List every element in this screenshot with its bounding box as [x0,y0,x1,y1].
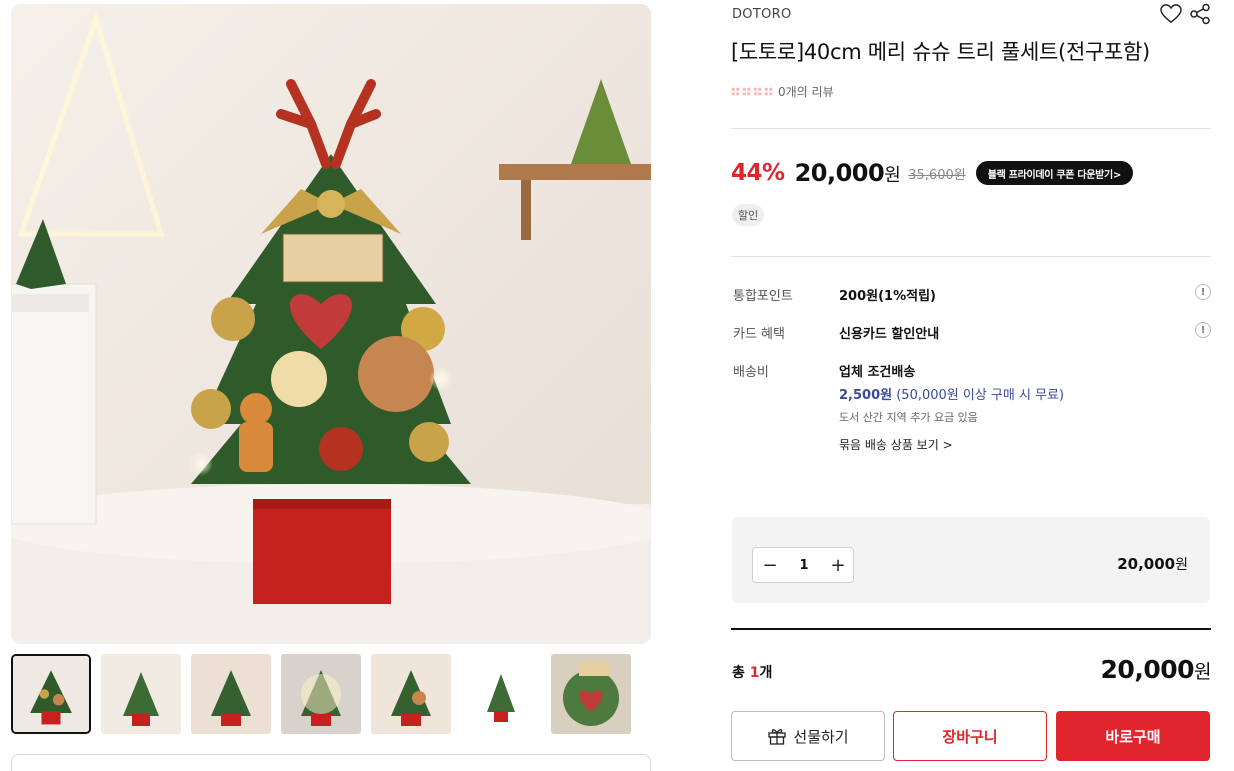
brand-name[interactable]: DOTORO [732,7,791,22]
total-count: 총 1개 [732,665,773,681]
gift-icon [768,729,787,745]
divider [731,128,1211,129]
thumbnail-1[interactable] [11,654,91,734]
thumbnail-2[interactable] [101,654,181,734]
shipping-cost: 2,500원 (50,000원 이상 구매 시 무료) [839,388,1065,403]
sale-price: 20,000원 [794,159,901,187]
discount-rate: 44% [731,160,785,186]
review-count[interactable]: 0개의 리뷰 [778,83,834,100]
gift-button-label: 선물하기 [793,727,849,746]
quantity-stepper: − 1 + [752,547,854,583]
shipping-value: 업체 조건배송 [839,365,916,380]
details-card-edge [11,754,651,771]
help-icon[interactable]: ! [1195,322,1211,338]
divider [731,256,1211,257]
original-price: 35,600원 [908,167,966,183]
star-icon [731,86,740,96]
product-info-panel: DOTORO [도토로]40cm 메리 슈슈 트리 풀세트(전구포함) 0개의 … [731,0,1211,771]
share-icon[interactable] [1189,3,1211,25]
decrease-button[interactable]: − [753,548,787,582]
star-rating [731,86,773,96]
card-label: 카드 혜택 [733,327,785,342]
buy-now-button[interactable]: 바로구매 [1056,711,1210,761]
thumbnail-6[interactable] [461,654,541,734]
quantity-box: − 1 + 20,000원 [732,517,1210,603]
star-icon [753,86,762,96]
thumbnail-7[interactable] [551,654,631,734]
christmas-tree-photo [11,4,651,644]
thumbnail-3[interactable] [191,654,271,734]
increase-button[interactable]: + [821,548,855,582]
cart-button[interactable]: 장바구니 [893,711,1047,761]
help-icon[interactable]: ! [1195,284,1211,300]
line-price: 20,000원 [1117,555,1188,573]
main-product-image[interactable] [11,4,651,644]
price-row: 44% 20,000원 35,600원 블랙 프라이데이 쿠폰 다운받기> [731,156,1134,190]
total-divider [731,628,1211,630]
thumbnail-4[interactable] [281,654,361,734]
gift-button[interactable]: 선물하기 [731,711,885,761]
star-icon [742,86,751,96]
rating-summary[interactable]: 0개의 리뷰 [731,83,834,99]
heart-icon[interactable] [1160,4,1182,24]
points-value: 200원(1%적립) [839,289,936,304]
star-icon [764,86,773,96]
bundle-shipping-link[interactable]: 묶음 배송 상품 보기 > [839,436,953,453]
thumbnail-strip [11,654,651,734]
shipping-note: 도서 산간 지역 추가 요금 있음 [839,411,978,424]
card-value: 신용카드 할인안내 [839,327,940,342]
points-label: 통합포인트 [733,289,793,304]
product-title: [도토로]40cm 메리 슈슈 트리 풀세트(전구포함) [731,40,1150,64]
thumbnail-5[interactable] [371,654,451,734]
quantity-value[interactable]: 1 [787,548,821,582]
coupon-download-button[interactable]: 블랙 프라이데이 쿠폰 다운받기> [975,161,1134,185]
shipping-label: 배송비 [733,365,769,380]
sale-badge: 할인 [732,204,765,226]
total-price: 20,000원 [1100,655,1212,684]
